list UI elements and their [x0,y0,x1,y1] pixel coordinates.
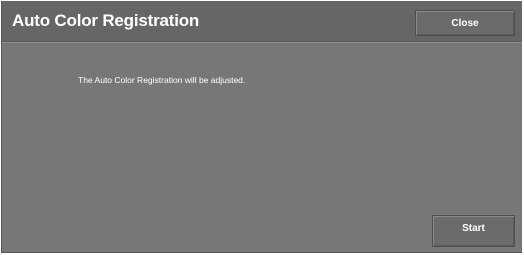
auto-color-registration-dialog: Auto Color Registration Close The Auto C… [1,1,522,253]
dialog-title: Auto Color Registration [12,11,200,30]
title-bar: Auto Color Registration Close [2,1,522,43]
start-button[interactable]: Start [432,215,515,247]
status-message: The Auto Color Registration will be adju… [78,75,246,85]
close-button[interactable]: Close [415,10,515,36]
screen: Auto Color Registration Close The Auto C… [0,0,524,255]
